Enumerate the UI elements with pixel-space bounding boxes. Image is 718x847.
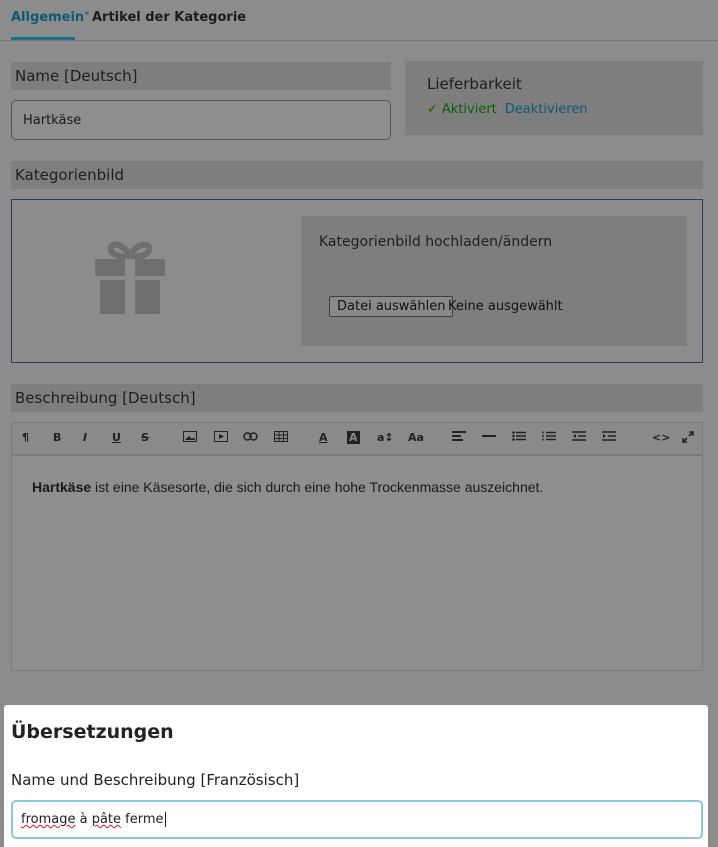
upload-title: Kategorienbild hochladen/ändern [319,234,553,250]
category-image-panel: Kategorienbild hochladen/ändern Datei au… [11,199,703,363]
spell-error-word-2: pâte [91,812,122,827]
description-content: Hartkäse ist eine Käsesorte, die sich du… [32,479,543,495]
description-editor[interactable]: Hartkäse ist eine Käsesorte, die sich du… [11,455,703,671]
fullscreen-icon[interactable] [682,431,694,446]
bullet-list-icon[interactable] [512,431,526,444]
tab-allgemein-label: Allgemein [11,10,85,25]
italic-icon[interactable]: I [83,431,87,444]
horizontal-line-icon[interactable] [482,431,496,444]
font-size-icon[interactable]: a↕ [377,431,394,444]
description-text: ist eine Käsesorte, die sich durch eine … [91,479,544,495]
code-view-icon[interactable]: <> [652,431,670,444]
description-bold-term: Hartkäse [32,479,92,495]
deactivate-link[interactable]: Deaktivieren [505,102,588,117]
bold-icon[interactable]: B [53,431,61,444]
link-icon[interactable] [243,431,258,444]
image-section-header: Kategorienbild [11,161,703,189]
translations-title: Übersetzungen [11,721,174,743]
translations-panel: Übersetzungen Name und Beschreibung [Fra… [4,705,708,847]
choose-file-button[interactable]: Datei auswählen [329,296,454,317]
upload-panel: Kategorienbild hochladen/ändern Datei au… [301,216,687,346]
translation-label: Name und Beschreibung [Französisch] [11,771,300,789]
input-text-suffix: ferme [121,812,164,827]
description-section-header: Beschreibung [Deutsch] [11,384,703,412]
video-icon[interactable] [214,431,228,445]
availability-title: Lieferbarkeit [427,75,522,93]
font-color-icon[interactable]: A [319,431,328,444]
indent-icon[interactable] [602,431,616,444]
file-status: Keine ausgewählt [448,299,563,314]
tab-artikel-der-kategorie[interactable]: Artikel der Kategorie [92,10,246,25]
tab-bar: Allgemein* Artikel der Kategorie [0,0,718,41]
editor-toolbar: ¶ B I U S A A a↕ Aa <> [11,422,703,455]
activated-status: Aktiviert [441,102,497,117]
font-family-icon[interactable]: Aa [408,431,424,444]
spell-error-word: fromage [21,812,76,827]
french-name-input[interactable]: fromage à pâte ferme [11,800,703,839]
gift-icon [95,241,165,314]
outdent-icon[interactable] [572,431,586,444]
input-text-middle: à [75,812,92,827]
strikethrough-icon[interactable]: S [141,431,149,444]
availability-panel: Lieferbarkeit ✓ Aktiviert Deaktivieren [405,61,703,135]
table-icon[interactable] [274,431,288,445]
image-icon[interactable] [183,431,197,445]
name-input[interactable]: Hartkäse [11,100,391,140]
background-color-icon[interactable]: A [347,431,360,444]
check-icon: ✓ [427,102,438,117]
unsaved-marker: * [84,10,90,21]
text-caret [164,812,166,827]
paragraph-icon[interactable]: ¶ [22,431,29,444]
tab-allgemein[interactable]: Allgemein* [11,10,89,25]
numbered-list-icon[interactable] [542,431,556,444]
active-tab-indicator [11,37,75,40]
name-section-header: Name [Deutsch] [11,62,391,90]
underline-icon[interactable]: U [112,431,121,444]
align-icon[interactable] [452,431,466,444]
availability-row: ✓ Aktiviert Deaktivieren [427,102,588,117]
